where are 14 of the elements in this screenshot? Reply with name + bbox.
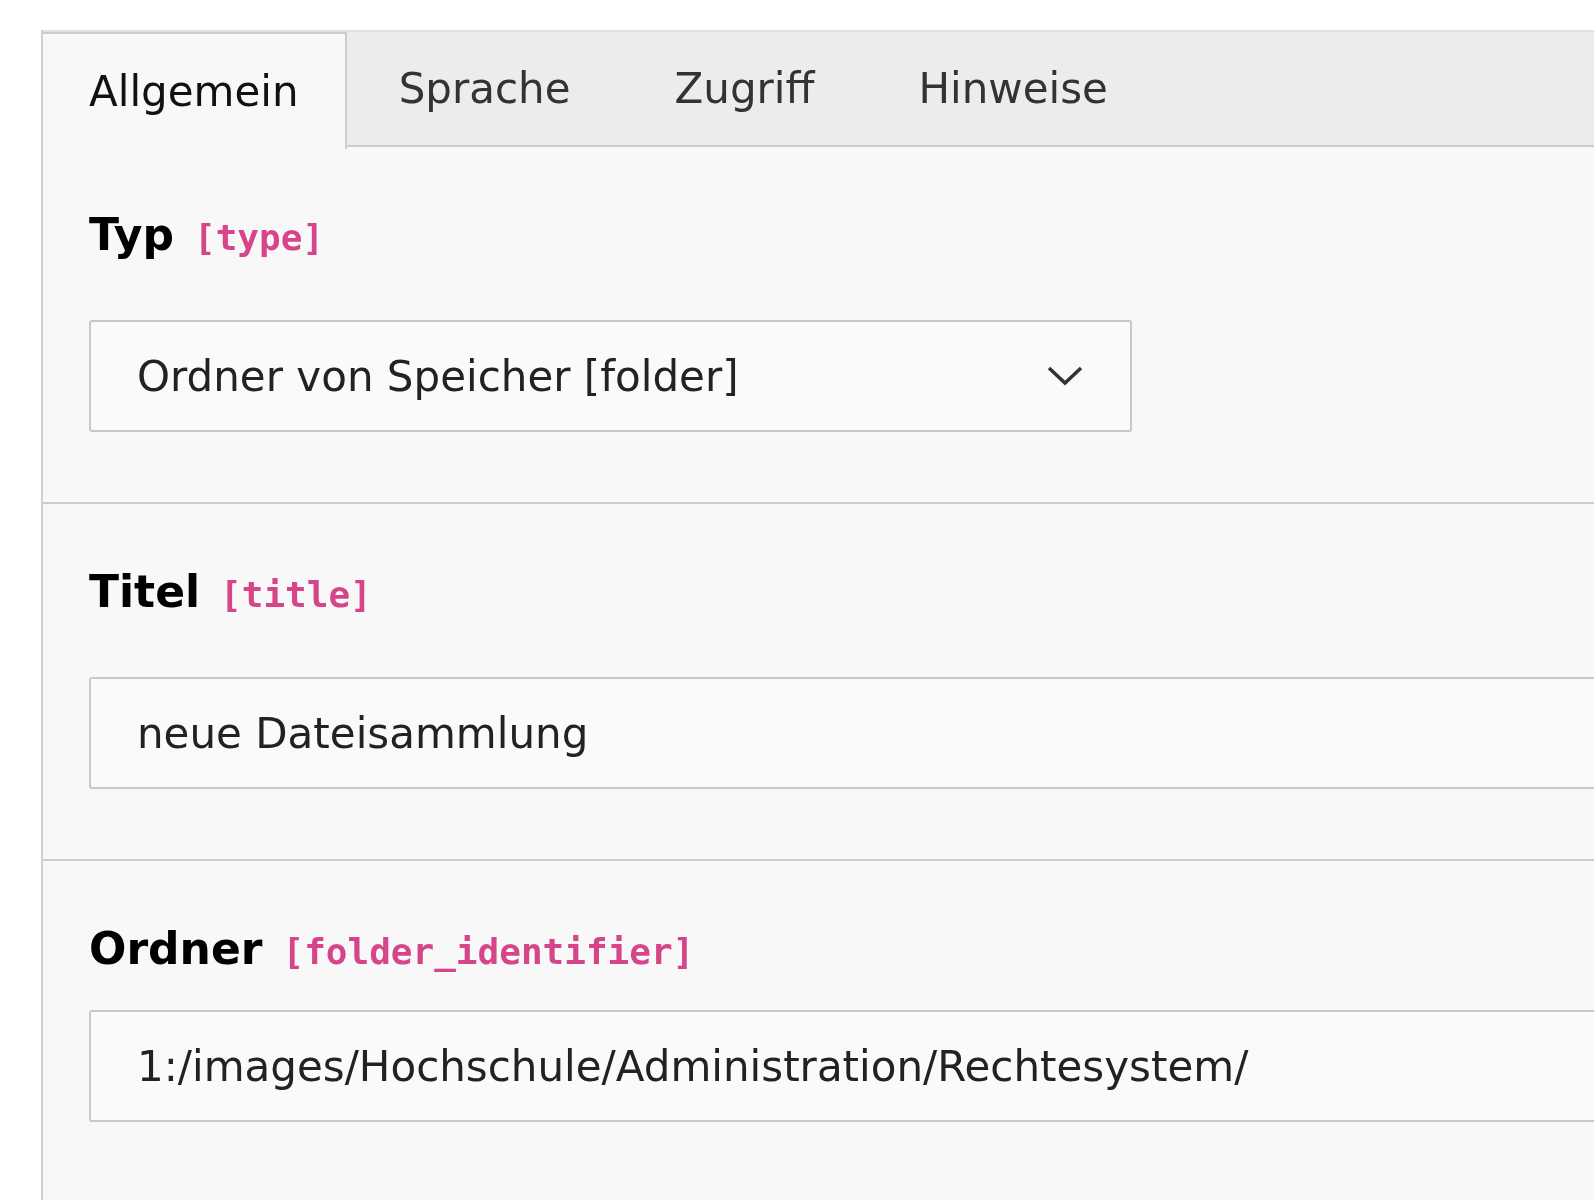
field-name: [title]	[220, 574, 372, 615]
field-label: Ordner	[89, 923, 263, 974]
field-name: [type]	[194, 217, 325, 258]
select-field[interactable]: Ordner von Speicher [folder]	[89, 320, 1132, 432]
input-field[interactable]: neue Dateisammlung	[89, 677, 1594, 789]
tab[interactable]: Allgemein	[43, 32, 347, 149]
field-label: Typ	[89, 209, 174, 260]
tab[interactable]: Zugriff	[622, 32, 867, 145]
input-field[interactable]: 1:/images/Hochschule/Administration/Rechtesystem/	[89, 1010, 1594, 1122]
field-label: Titel	[89, 566, 201, 617]
field-name: [folder_identifier]	[282, 931, 695, 972]
tab[interactable]: Hinweise	[866, 32, 1160, 145]
tab[interactable]: Sprache	[346, 32, 623, 145]
chevron-down-icon	[1046, 364, 1084, 388]
